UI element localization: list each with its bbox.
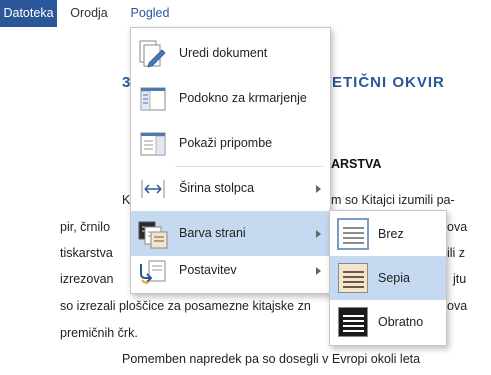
- navigation-pane-icon: [137, 84, 169, 114]
- submenu-arrow-icon: [316, 230, 321, 238]
- doc-line: Pomemben napredek pa so dosegli v Evropi…: [122, 352, 421, 366]
- doc-line: so izrezali ploščice za posamezne kitajs…: [60, 299, 311, 313]
- doc-title-right: ETIČNI OKVIR: [332, 74, 445, 91]
- view-menu: Uredi dokument Podokno za krmarjenje Pok…: [130, 27, 331, 294]
- submenu-item-label: Obratno: [378, 315, 424, 329]
- menu-item-navigation-pane[interactable]: Podokno za krmarjenje: [131, 76, 330, 121]
- menu-bar: Datoteka Orodja Pogled: [0, 0, 491, 27]
- doc-line: ova: [447, 299, 468, 313]
- menu-item-label: Širina stolpca: [179, 181, 255, 195]
- menu-item-layout[interactable]: Postavitev: [131, 248, 330, 293]
- submenu-item-label: Sepia: [378, 271, 410, 285]
- layout-icon: [137, 256, 169, 286]
- edit-document-icon: [137, 39, 169, 69]
- menu-item-label: Podokno za krmarjenje: [179, 91, 307, 105]
- tab-view[interactable]: Pogled: [124, 0, 176, 27]
- menu-item-label: Postavitev: [179, 263, 237, 277]
- submenu-arrow-icon: [316, 267, 321, 275]
- column-width-icon: [137, 174, 169, 204]
- doc-line: m so Kitajci izumili pa-: [331, 193, 455, 207]
- page-color-option-inverse[interactable]: Obratno: [330, 300, 446, 344]
- menu-item-label: Uredi dokument: [179, 46, 268, 60]
- sepia-page-swatch-icon: [338, 263, 368, 293]
- menu-item-edit-document[interactable]: Uredi dokument: [131, 31, 330, 76]
- doc-line: ili z: [447, 246, 466, 260]
- white-page-swatch-icon: [337, 218, 369, 250]
- doc-line: jtu: [453, 272, 467, 286]
- tab-tools[interactable]: Orodja: [64, 0, 114, 27]
- doc-line: premičnih črk.: [60, 326, 138, 340]
- show-comments-icon: [137, 129, 169, 159]
- doc-line: ova: [447, 220, 468, 234]
- submenu-arrow-icon: [316, 185, 321, 193]
- page-color-option-none[interactable]: Brez: [330, 212, 446, 256]
- menu-item-column-width[interactable]: Širina stolpca: [131, 166, 330, 211]
- doc-line: pir, črnilo: [60, 220, 111, 234]
- page-color-icon: [137, 219, 169, 249]
- doc-line: izrezovan: [60, 272, 114, 286]
- doc-heading: ARSTVA: [331, 157, 382, 171]
- menu-item-label: Pokaži pripombe: [179, 136, 273, 150]
- page-color-option-sepia[interactable]: Sepia: [330, 256, 446, 300]
- tab-file[interactable]: Datoteka: [0, 0, 57, 27]
- page-color-submenu: Brez Sepia Obratno: [329, 210, 447, 346]
- menu-item-show-comments[interactable]: Pokaži pripombe: [131, 121, 330, 166]
- inverse-page-swatch-icon: [338, 307, 368, 337]
- doc-line: tiskarstva: [60, 246, 113, 260]
- submenu-item-label: Brez: [378, 227, 404, 241]
